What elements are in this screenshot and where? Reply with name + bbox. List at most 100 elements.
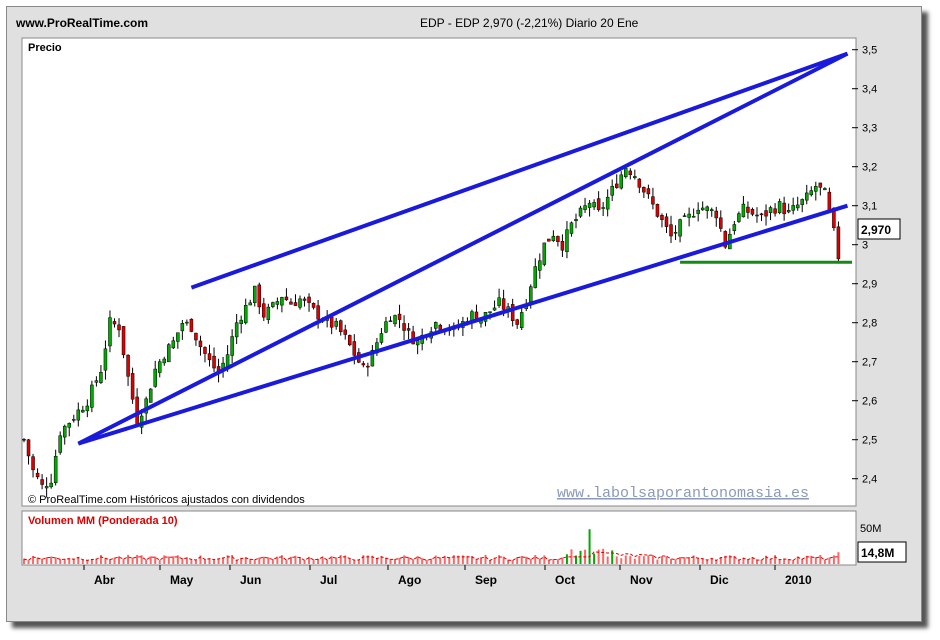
candle-body: [352, 341, 357, 356]
y-tick-label: 3,1: [862, 201, 877, 213]
x-tick-label: Jul: [320, 573, 337, 587]
candle-body: [764, 210, 768, 217]
candle-body: [239, 319, 243, 324]
candle-body: [777, 201, 782, 213]
candle-body: [329, 316, 334, 328]
candle-body: [709, 209, 714, 212]
candle-body: [768, 207, 773, 214]
candle-body: [225, 354, 230, 367]
candle-body: [135, 396, 139, 425]
candle-body: [22, 438, 26, 441]
candle-body: [379, 333, 384, 343]
candle-body: [153, 368, 157, 387]
watermark[interactable]: www.labolsaporantonomasia.es: [557, 485, 809, 502]
candle-body: [605, 196, 610, 210]
candle-body: [574, 219, 578, 222]
candle-body: [782, 202, 786, 215]
candle-body: [112, 321, 117, 325]
y-tick-label: 2,4: [862, 474, 877, 486]
candle-body: [198, 340, 203, 348]
candle-body: [49, 482, 53, 488]
x-tick-label: Nov: [630, 573, 653, 587]
y-tick-label: 3: [862, 240, 868, 252]
candle-body: [253, 285, 257, 303]
candle-body: [800, 199, 804, 205]
candle-body: [31, 456, 35, 471]
candle-body: [284, 296, 289, 301]
candle-body: [402, 323, 406, 331]
y-tick-label: 2,5: [862, 435, 877, 447]
candle-body: [664, 216, 669, 227]
candle-body: [130, 373, 135, 400]
candle-body: [361, 363, 366, 366]
candle-body: [415, 340, 420, 346]
candle-body: [746, 206, 750, 213]
candle-body: [642, 186, 646, 193]
candle-body: [827, 191, 832, 211]
candle-body: [732, 224, 737, 231]
candle-body: [85, 405, 90, 412]
candle-body: [610, 185, 614, 196]
candle-body: [551, 235, 556, 241]
candle-body: [637, 178, 642, 188]
y-tick-label: 2,9: [862, 279, 877, 291]
candle-body: [533, 266, 538, 288]
candle-body: [691, 216, 696, 218]
candle-body: [614, 183, 619, 188]
candle-body: [655, 204, 660, 217]
candle-body: [433, 322, 438, 329]
x-tick-label: Abr: [94, 573, 115, 587]
candle-body: [741, 203, 746, 218]
candle-body: [248, 302, 252, 306]
candle-body: [791, 205, 795, 211]
candle-body: [719, 217, 723, 229]
candle-body: [44, 486, 49, 489]
candle-body: [651, 196, 655, 205]
candle-body: [194, 332, 198, 341]
candle-body: [592, 202, 596, 208]
candle-body: [529, 286, 533, 302]
candle-body: [388, 320, 393, 323]
candle-body: [714, 210, 719, 219]
candle-body: [311, 303, 316, 308]
candle-body: [157, 361, 162, 373]
candle-body: [759, 213, 764, 216]
y-tick-label: 3,3: [862, 123, 877, 135]
candle-body: [148, 388, 153, 403]
candle-body: [818, 182, 823, 188]
x-tick-label: Jun: [240, 573, 261, 587]
candle-body: [569, 222, 574, 234]
candle-body: [275, 301, 280, 305]
y-tick-label: 2,8: [862, 318, 877, 330]
candle-body: [343, 329, 347, 335]
candle-body: [234, 322, 239, 338]
candle-body: [633, 176, 637, 179]
candle-body: [171, 340, 176, 349]
candle-body: [384, 321, 388, 333]
candle-body: [334, 320, 338, 327]
candle-body: [212, 355, 216, 369]
candle-body: [619, 174, 623, 189]
candle-body: [167, 344, 171, 363]
last-volume: 14,8M: [861, 546, 894, 560]
x-tick-label: Oct: [555, 573, 575, 587]
candle-body: [35, 472, 40, 478]
price-panel: [21, 37, 857, 507]
candle-body: [628, 170, 633, 175]
candle-body: [646, 188, 651, 195]
candle-body: [438, 324, 443, 330]
candle-body: [26, 439, 31, 457]
last-price: 2,970: [861, 223, 891, 237]
candle-body: [660, 214, 664, 220]
candle-body: [601, 207, 605, 209]
volume-label: Volumen MM (Ponderada 10): [28, 515, 178, 527]
candle-body: [696, 209, 700, 214]
candle-body: [62, 425, 67, 438]
candle-body: [58, 435, 62, 453]
candle-body: [624, 168, 628, 178]
candle-body: [578, 207, 583, 217]
candle-body: [805, 192, 809, 201]
candle-body: [836, 226, 841, 260]
candle-body: [176, 332, 180, 342]
candle-body: [755, 214, 759, 217]
